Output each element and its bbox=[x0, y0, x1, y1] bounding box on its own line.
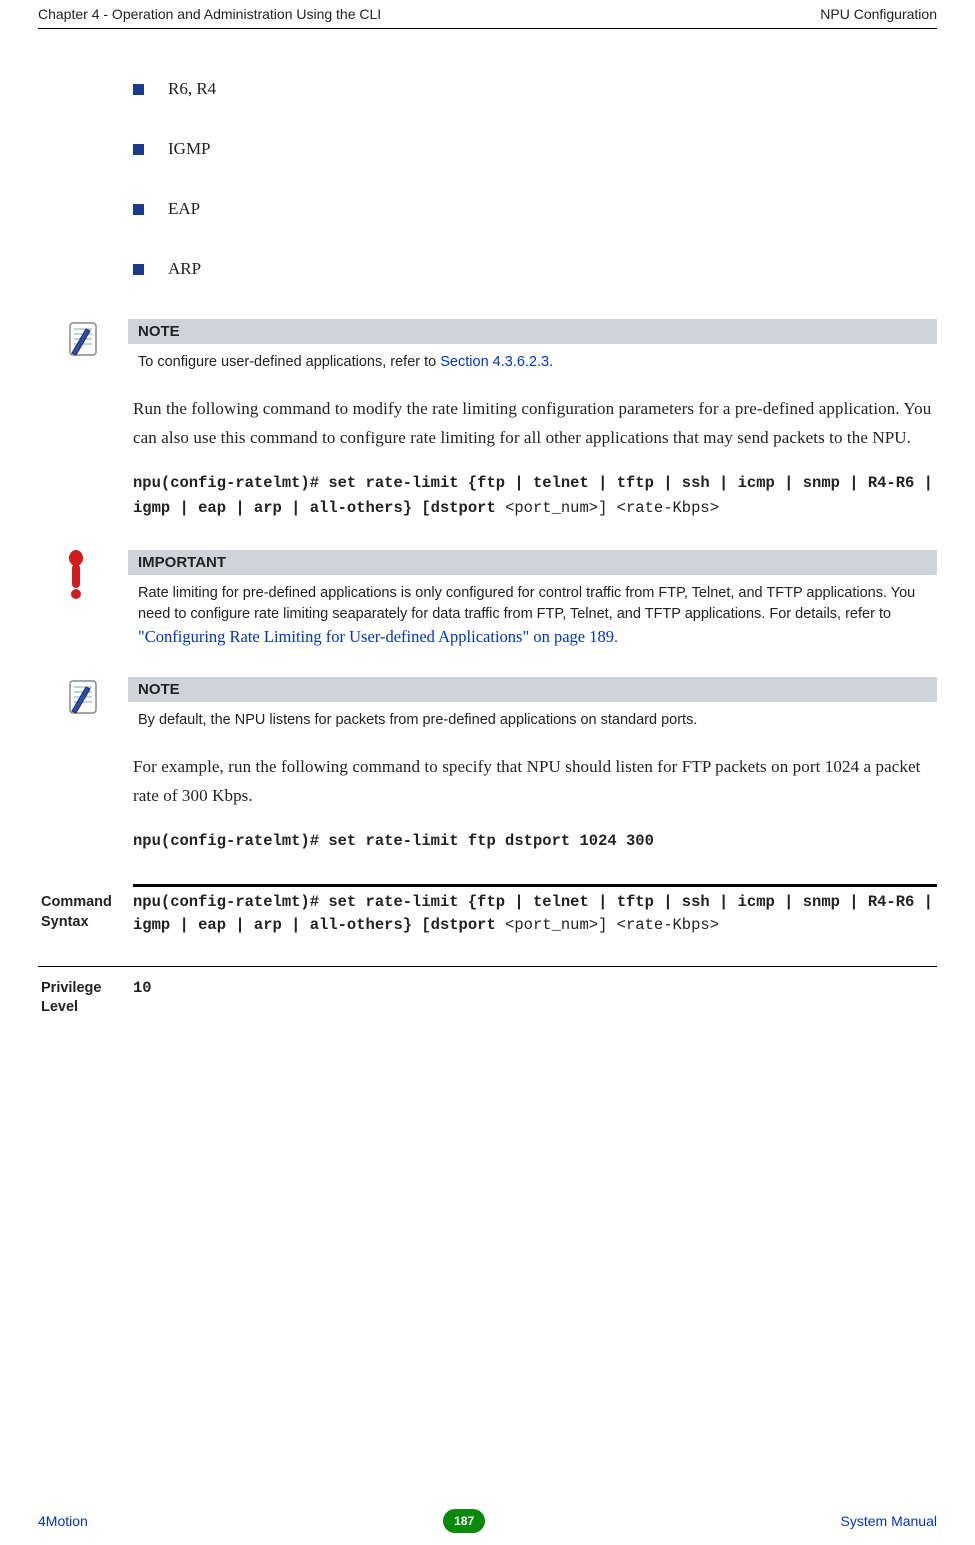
note-block: NOTE To configure user-defined applicati… bbox=[133, 319, 937, 377]
paragraph: Run the following command to modify the … bbox=[133, 395, 937, 453]
note-label: NOTE bbox=[128, 319, 937, 344]
important-text: Rate limiting for pre-defined applicatio… bbox=[128, 575, 937, 653]
note-text: To configure user-defined applications, … bbox=[128, 344, 937, 377]
command-syntax-body: npu(config-ratelmt)# set rate-limit {ftp… bbox=[133, 891, 937, 938]
command-text: npu(config-ratelmt)# set rate-limit ftp … bbox=[133, 829, 937, 854]
note-icon-col bbox=[58, 319, 128, 359]
important-icon bbox=[64, 550, 88, 600]
important-text-after: . bbox=[614, 630, 618, 646]
command-syntax-section: Command Syntax npu(config-ratelmt)# set … bbox=[133, 884, 937, 1028]
note-label: NOTE bbox=[128, 677, 937, 702]
main-content: R6, R4 IGMP EAP ARP NOTE To configure us… bbox=[38, 29, 937, 1028]
list-text: ARP bbox=[168, 259, 201, 279]
page-header: Chapter 4 - Operation and Administration… bbox=[38, 0, 937, 29]
page-link[interactable]: "Configuring Rate Limiting for User-defi… bbox=[138, 627, 614, 646]
note-text-after: . bbox=[549, 354, 553, 370]
important-label: IMPORTANT bbox=[128, 550, 937, 575]
note-body: NOTE To configure user-defined applicati… bbox=[128, 319, 937, 377]
note-text-before: To configure user-defined applications, … bbox=[138, 354, 440, 370]
square-bullet-icon bbox=[133, 204, 144, 215]
syntax-suffix: <port_num>] <rate-Kbps> bbox=[505, 916, 719, 934]
page-number-badge: 187 bbox=[443, 1509, 485, 1533]
privilege-value: 10 bbox=[133, 977, 937, 1000]
note-icon-col bbox=[58, 677, 128, 717]
note-icon bbox=[64, 319, 104, 359]
list-text: EAP bbox=[168, 199, 200, 219]
note-icon bbox=[64, 677, 104, 717]
cmd-text: npu(config-ratelmt)# set rate-limit ftp … bbox=[133, 832, 654, 850]
paragraph: For example, run the following command t… bbox=[133, 753, 937, 811]
header-chapter: Chapter 4 - Operation and Administration… bbox=[38, 6, 381, 22]
square-bullet-icon bbox=[133, 144, 144, 155]
command-text: npu(config-ratelmt)# set rate-limit {ftp… bbox=[133, 471, 937, 521]
note-block: NOTE By default, the NPU listens for pac… bbox=[133, 677, 937, 735]
bullet-list: R6, R4 IGMP EAP ARP bbox=[133, 79, 937, 279]
list-text: IGMP bbox=[168, 139, 211, 159]
list-item: R6, R4 bbox=[133, 79, 937, 99]
header-section: NPU Configuration bbox=[820, 6, 937, 22]
cmd-prefix: npu(config-ratelmt)# set rate-limit bbox=[133, 474, 459, 492]
page-footer: 4Motion 187 System Manual bbox=[38, 1509, 937, 1533]
footer-left: 4Motion bbox=[38, 1513, 88, 1529]
command-syntax-label: Command Syntax bbox=[38, 891, 133, 932]
list-item: IGMP bbox=[133, 139, 937, 159]
list-text: R6, R4 bbox=[168, 79, 216, 99]
important-icon-col bbox=[58, 550, 128, 600]
square-bullet-icon bbox=[133, 84, 144, 95]
syntax-prefix: npu(config-ratelmt)# set rate-limit bbox=[133, 893, 459, 911]
list-item: ARP bbox=[133, 259, 937, 279]
note-body: NOTE By default, the NPU listens for pac… bbox=[128, 677, 937, 735]
command-syntax-row: Command Syntax npu(config-ratelmt)# set … bbox=[38, 887, 937, 948]
important-block: IMPORTANT Rate limiting for pre-defined … bbox=[133, 550, 937, 653]
section-link[interactable]: Section 4.3.6.2.3 bbox=[440, 354, 549, 370]
important-text-before: Rate limiting for pre-defined applicatio… bbox=[138, 585, 915, 622]
important-body: IMPORTANT Rate limiting for pre-defined … bbox=[128, 550, 937, 653]
privilege-number: 10 bbox=[133, 979, 152, 997]
note-text: By default, the NPU listens for packets … bbox=[128, 702, 937, 735]
privilege-row: Privilege Level 10 bbox=[38, 973, 937, 1028]
list-item: EAP bbox=[133, 199, 937, 219]
square-bullet-icon bbox=[133, 264, 144, 275]
divider bbox=[38, 966, 937, 967]
footer-right: System Manual bbox=[841, 1513, 937, 1529]
privilege-label: Privilege Level bbox=[38, 977, 133, 1018]
cmd-suffix: <port_num>] <rate-Kbps> bbox=[496, 499, 719, 517]
